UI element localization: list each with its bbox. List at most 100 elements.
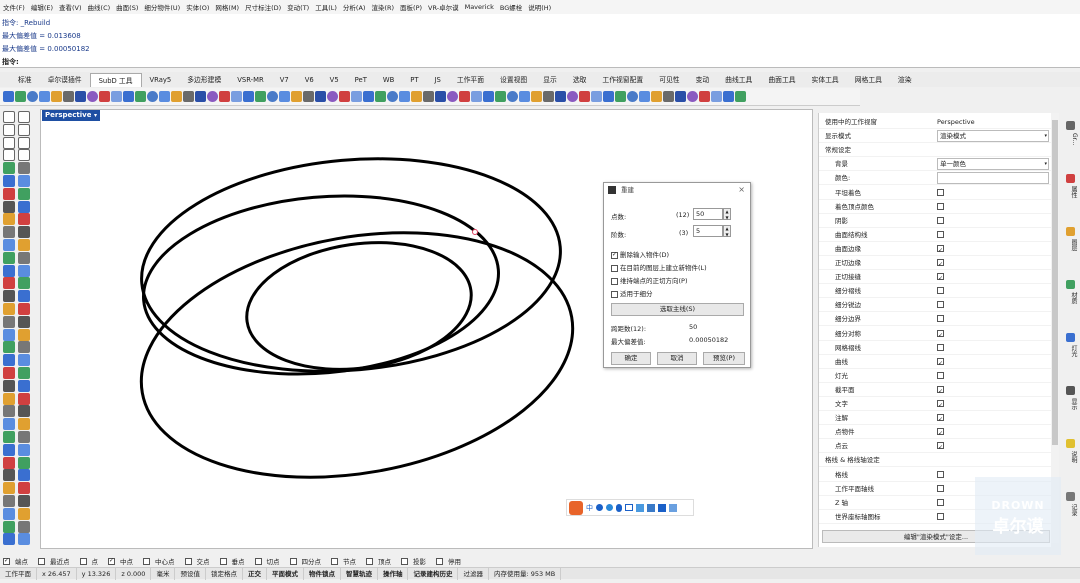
tab-item[interactable]: 曲面工具: [760, 73, 803, 87]
curve-small-ellipse[interactable]: [238, 229, 479, 383]
osnap-item[interactable]: 交点: [184, 556, 215, 566]
toolbar-icon[interactable]: [483, 91, 494, 102]
ime-keyboard-icon[interactable]: [625, 504, 633, 511]
viewport-menu-arrow-icon[interactable]: ▾: [91, 110, 100, 121]
ime-mic-icon[interactable]: [616, 503, 622, 512]
tool-icon[interactable]: [3, 175, 15, 187]
check-row[interactable]: 截平面: [819, 383, 1052, 399]
osnap-item[interactable]: 停用: [436, 556, 466, 566]
tab-item[interactable]: SubD 工具: [89, 73, 142, 87]
menu-item[interactable]: 曲面(S): [116, 2, 138, 12]
check-row[interactable]: 细分锐边: [819, 298, 1052, 313]
tab-item[interactable]: 网格工具: [847, 73, 890, 87]
tool-icon[interactable]: [3, 431, 15, 443]
ime-tools-icon[interactable]: [647, 503, 655, 512]
status-item[interactable]: 锁定格点: [206, 567, 243, 580]
tool-icon[interactable]: [3, 251, 15, 264]
tab-item[interactable]: 多边形建模: [179, 73, 229, 87]
menu-item[interactable]: BG螺栓: [500, 2, 522, 12]
check-row[interactable]: 曲线: [819, 355, 1052, 371]
checkbox[interactable]: [38, 557, 45, 565]
toolbar-icon[interactable]: [195, 91, 206, 102]
tool-icon[interactable]: [18, 251, 30, 264]
point-count-stepper[interactable]: ▲ ▼: [723, 208, 731, 220]
toolbar-icon[interactable]: [27, 91, 38, 102]
tool-icon[interactable]: [18, 443, 30, 456]
toolbar-icon[interactable]: [171, 91, 182, 102]
tool-icon[interactable]: [3, 482, 15, 495]
tab-item[interactable]: V7: [272, 73, 297, 87]
tool-icon[interactable]: [3, 392, 15, 405]
color-row-swatch[interactable]: [937, 172, 1049, 185]
tool-icon[interactable]: [18, 213, 30, 226]
panel-tab[interactable]: 记录: [1064, 504, 1078, 516]
tool-icon[interactable]: [3, 469, 15, 482]
option-current-layer[interactable]: 在目前的图层上建立新物件(L): [611, 262, 707, 272]
tab-item[interactable]: PeT: [347, 73, 375, 87]
tool-icon[interactable]: [3, 533, 15, 546]
panel-tab[interactable]: Gr...: [1064, 133, 1078, 145]
toolbar-icon[interactable]: [255, 91, 266, 102]
tool-icon[interactable]: [18, 123, 30, 136]
osnap-item[interactable]: 顶点: [366, 556, 396, 566]
status-item[interactable]: 平面模式: [267, 567, 304, 580]
tab-item[interactable]: 可见性: [651, 73, 687, 87]
toolbar-icon[interactable]: [63, 91, 74, 102]
checkbox[interactable]: [611, 277, 618, 285]
toolbar-icon[interactable]: [363, 91, 374, 102]
tool-icon[interactable]: [3, 495, 15, 507]
menu-item[interactable]: 尺寸标注(D): [245, 2, 281, 12]
check-row[interactable]: 灯光: [819, 369, 1052, 383]
checkbox[interactable]: [937, 441, 944, 455]
menu-item[interactable]: 工具(L): [315, 2, 337, 12]
osnap-item[interactable]: 垂点: [219, 556, 250, 566]
checkbox[interactable]: [401, 557, 408, 565]
checkbox[interactable]: [937, 484, 944, 492]
toolbar-icon[interactable]: [495, 91, 506, 102]
checkbox[interactable]: [937, 371, 944, 379]
checkbox[interactable]: [254, 557, 262, 565]
toolbar-icon[interactable]: [183, 91, 194, 102]
checkbox[interactable]: [937, 399, 944, 413]
status-item[interactable]: 过滤器: [458, 567, 489, 580]
menu-item[interactable]: VR-卓尔谟: [428, 2, 459, 12]
checkbox[interactable]: [937, 188, 944, 196]
check-row[interactable]: 着色顶点颜色: [819, 200, 1052, 214]
checkbox[interactable]: [366, 557, 373, 565]
toolbar-icon[interactable]: [423, 91, 434, 102]
osnap-item[interactable]: 切点: [254, 556, 285, 566]
menu-item[interactable]: Maverick: [465, 3, 494, 11]
osnap-item[interactable]: 中心点: [143, 556, 180, 566]
tab-item[interactable]: 显示: [535, 73, 565, 87]
tool-icon[interactable]: [18, 226, 30, 239]
menu-item[interactable]: 面板(P): [400, 2, 422, 12]
panel-tab[interactable]: 说明: [1064, 451, 1078, 463]
tool-icon[interactable]: [3, 290, 15, 303]
tool-icon[interactable]: [18, 520, 30, 533]
checkbox[interactable]: [3, 557, 10, 565]
toolbar-icon[interactable]: [543, 91, 554, 102]
tab-item[interactable]: 渲染: [890, 73, 920, 87]
tab-item[interactable]: 曲线工具: [717, 73, 760, 87]
checkbox[interactable]: [611, 290, 618, 298]
tool-icon[interactable]: [3, 239, 15, 251]
check-row[interactable]: 细分边界: [819, 312, 1052, 327]
tool-icon[interactable]: [18, 456, 30, 469]
toolbar-icon[interactable]: [555, 91, 566, 102]
degree-input[interactable]: 5: [693, 225, 723, 237]
checkbox[interactable]: [937, 357, 944, 371]
toolbar-icon[interactable]: [735, 91, 746, 102]
panel-tab[interactable]: 图层: [1064, 239, 1078, 251]
tool-icon[interactable]: [18, 303, 30, 315]
check-row[interactable]: 正切接缝: [819, 270, 1052, 286]
ime-punct-icon[interactable]: [596, 504, 603, 511]
tool-icon[interactable]: [18, 392, 30, 405]
menu-item[interactable]: 实体(O): [186, 2, 209, 12]
checkbox[interactable]: [937, 216, 944, 224]
check-row[interactable]: 阴影: [819, 214, 1052, 228]
status-item[interactable]: 智慧轨迹: [341, 567, 378, 580]
tool-icon[interactable]: [3, 264, 15, 277]
toolbar-icon[interactable]: [399, 91, 410, 102]
checkbox[interactable]: [937, 413, 944, 427]
osnap-item[interactable]: 中点: [108, 556, 138, 566]
